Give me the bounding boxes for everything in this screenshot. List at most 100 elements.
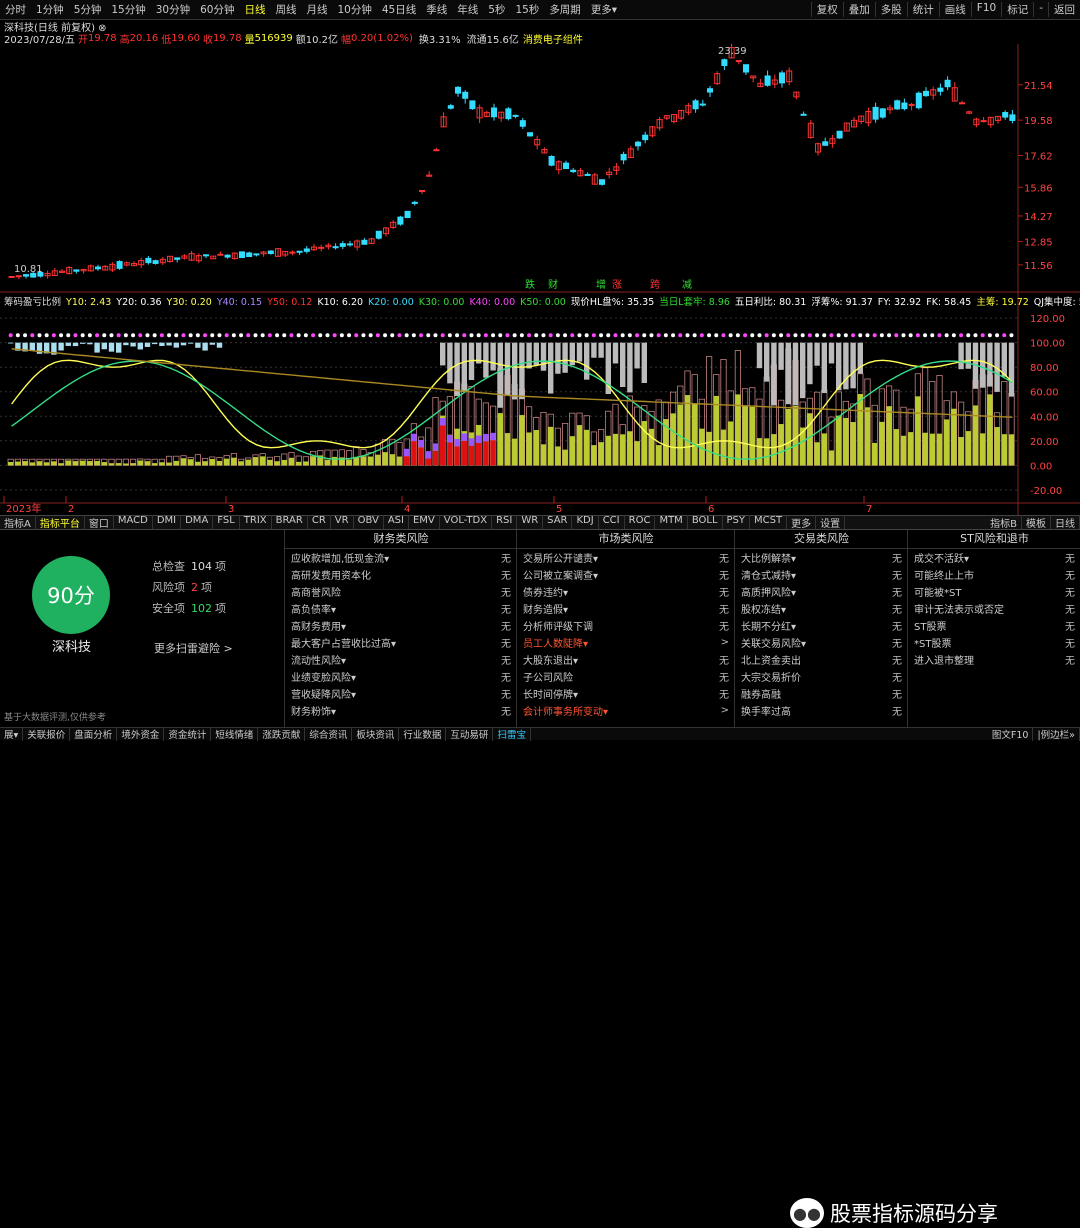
bottom-tab-9[interactable]: 行业数据 <box>399 727 447 741</box>
bottom-tab-0[interactable]: 展▾ <box>0 727 24 741</box>
risk-row[interactable]: 清仓式减持▾ 无 <box>735 566 908 583</box>
period-4[interactable]: 30分钟 <box>151 2 195 17</box>
indicator-tab-20[interactable]: ROC <box>625 515 656 530</box>
indicator-tab-21[interactable]: MTM <box>655 515 688 530</box>
indicator-tab-right-0[interactable]: 指标B <box>986 515 1022 530</box>
tool-0[interactable]: 复权 <box>810 2 843 17</box>
risk-row[interactable]: ST股票 无 <box>908 617 1080 634</box>
period-3[interactable]: 15分钟 <box>106 2 150 17</box>
risk-row[interactable]: 最大客户占营收比过高▾ 无 <box>285 634 517 651</box>
risk-row[interactable]: 高财务费用▾ 无 <box>285 617 517 634</box>
period-14[interactable]: 15秒 <box>510 2 544 17</box>
tool-6[interactable]: 标记 <box>1001 2 1033 17</box>
indicator-tab-right-1[interactable]: 模板 <box>1022 515 1051 530</box>
bottom-tab-8[interactable]: 板块资讯 <box>352 727 400 741</box>
risk-row[interactable]: 大宗交易折价 无 <box>735 668 908 685</box>
bottom-right-1[interactable]: |例边栏» <box>1033 727 1080 741</box>
risk-row[interactable]: 高商誉风险 无 <box>285 583 517 600</box>
indicator-tab-26[interactable]: 设置 <box>816 515 846 530</box>
period-15[interactable]: 多周期 <box>544 2 586 17</box>
indicator-tab-10[interactable]: VR <box>331 515 354 530</box>
tool-1[interactable]: 叠加 <box>842 2 875 17</box>
risk-row[interactable]: 子公司风险 无 <box>517 668 735 685</box>
risk-row[interactable]: 长时间停牌▾ 无 <box>517 685 735 702</box>
bottom-tab-10[interactable]: 互动易研 <box>446 727 494 741</box>
tool-5[interactable]: F10 <box>970 2 1001 17</box>
indicator-tab-11[interactable]: OBV <box>354 515 384 530</box>
risk-row[interactable]: 高质押风险▾ 无 <box>735 583 908 600</box>
indicator-tab-25[interactable]: 更多 <box>787 515 817 530</box>
more-scan-link[interactable]: 更多扫雷避险 > <box>154 640 233 656</box>
tool-3[interactable]: 统计 <box>906 2 939 17</box>
indicator-tab-2[interactable]: 窗口 <box>85 515 114 530</box>
period-10[interactable]: 45日线 <box>377 2 421 17</box>
indicator-tab-15[interactable]: RSI <box>492 515 518 530</box>
risk-row[interactable]: *ST股票 无 <box>908 634 1080 651</box>
risk-row[interactable]: 交易所公开谴责▾ 无 <box>517 549 735 566</box>
tool-7[interactable]: - <box>1033 2 1048 17</box>
indicator-tab-9[interactable]: CR <box>308 515 331 530</box>
risk-row[interactable]: 大比例解禁▾ 无 <box>735 549 908 566</box>
bottom-tab-1[interactable]: 关联报价 <box>23 727 71 741</box>
indicator-tab-0[interactable]: 指标A <box>0 515 36 530</box>
indicator-tab-16[interactable]: WR <box>517 515 544 530</box>
risk-row[interactable]: 分析师评级下调 无 <box>517 617 735 634</box>
risk-row[interactable]: 可能被*ST 无 <box>908 583 1080 600</box>
risk-row[interactable]: 财务粉饰▾ 无 <box>285 702 517 719</box>
period-1[interactable]: 1分钟 <box>31 2 69 17</box>
indicator-tab-5[interactable]: DMA <box>181 515 214 530</box>
bottom-tab-2[interactable]: 盘面分析 <box>70 727 118 741</box>
period-9[interactable]: 10分钟 <box>333 2 377 17</box>
indicator-tab-24[interactable]: MCST <box>750 515 788 530</box>
period-8[interactable]: 月线 <box>302 2 333 17</box>
indicator-tab-19[interactable]: CCI <box>599 515 625 530</box>
period-16[interactable]: 更多▾ <box>586 2 622 17</box>
period-6[interactable]: 日线 <box>240 2 271 17</box>
risk-row[interactable]: 公司被立案调查▾ 无 <box>517 566 735 583</box>
indicator-tab-7[interactable]: TRIX <box>240 515 272 530</box>
indicator-tab-18[interactable]: KDJ <box>572 515 599 530</box>
risk-row[interactable]: 成交不活跃▾ 无 <box>908 549 1080 566</box>
indicator-tab-1[interactable]: 指标平台 <box>36 515 85 530</box>
risk-row[interactable]: 会计师事务所变动▾ > <box>517 702 735 719</box>
risk-row[interactable]: 进入退市整理 无 <box>908 651 1080 668</box>
bottom-right-0[interactable]: 图文F10 <box>988 727 1034 741</box>
period-5[interactable]: 60分钟 <box>195 2 239 17</box>
bottom-tab-6[interactable]: 涨跌贡献 <box>258 727 306 741</box>
risk-row[interactable]: 债券违约▾ 无 <box>517 583 735 600</box>
tool-2[interactable]: 多股 <box>874 2 907 17</box>
indicator-tab-12[interactable]: ASI <box>384 515 409 530</box>
risk-row[interactable]: 大股东退出▾ 无 <box>517 651 735 668</box>
risk-row[interactable]: 财务造假▾ 无 <box>517 600 735 617</box>
risk-row[interactable]: 流动性风险▾ 无 <box>285 651 517 668</box>
risk-row[interactable]: 可能终止上市 无 <box>908 566 1080 583</box>
bottom-tab-3[interactable]: 境外资金 <box>117 727 165 741</box>
indicator-tab-23[interactable]: PSY <box>723 515 751 530</box>
period-13[interactable]: 5秒 <box>483 2 510 17</box>
risk-row[interactable]: 关联交易风险▾ 无 <box>735 634 908 651</box>
risk-row[interactable]: 应收款增加,低现金流▾ 无 <box>285 549 517 566</box>
indicator-tab-22[interactable]: BOLL <box>688 515 723 530</box>
indicator-tab-13[interactable]: EMV <box>409 515 440 530</box>
bottom-tab-5[interactable]: 短线情绪 <box>211 727 259 741</box>
bottom-tab-7[interactable]: 综合资讯 <box>305 727 353 741</box>
risk-row[interactable]: 换手率过高 无 <box>735 702 908 719</box>
period-0[interactable]: 分时 <box>0 2 31 17</box>
risk-row[interactable]: 北上资金卖出 无 <box>735 651 908 668</box>
period-12[interactable]: 年线 <box>452 2 483 17</box>
indicator-tab-right-2[interactable]: 日线 <box>1051 515 1080 530</box>
indicator-tab-4[interactable]: DMI <box>153 515 182 530</box>
indicator-tab-14[interactable]: VOL-TDX <box>440 515 493 530</box>
risk-row[interactable]: 高研发费用资本化 无 <box>285 566 517 583</box>
kline-chart[interactable]: 21.54 19.58 17.62 15.86 14.27 12.85 11.56 23.39… <box>0 44 1080 515</box>
bottom-tab-11[interactable]: 扫雷宝 <box>493 727 531 741</box>
period-7[interactable]: 周线 <box>271 2 302 17</box>
indicator-tab-17[interactable]: SAR <box>543 515 573 530</box>
risk-row[interactable]: 员工人数陡降▾ > <box>517 634 735 651</box>
risk-row[interactable]: 股权冻结▾ 无 <box>735 600 908 617</box>
risk-row[interactable]: 业绩变脸风险▾ 无 <box>285 668 517 685</box>
indicator-tab-3[interactable]: MACD <box>114 515 153 530</box>
indicator-tab-6[interactable]: FSL <box>213 515 240 530</box>
period-2[interactable]: 5分钟 <box>69 2 107 17</box>
tool-4[interactable]: 画线 <box>938 2 971 17</box>
